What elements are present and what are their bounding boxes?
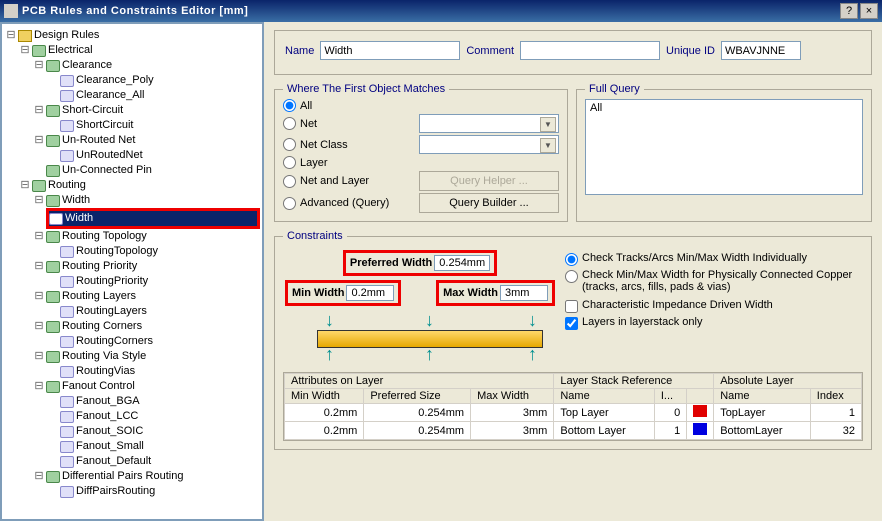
tree-unrouted[interactable]: Un-Routed Net bbox=[62, 133, 135, 148]
rules-tree[interactable]: ⊟Design Rules ⊟Electrical ⊟Clearance Cle… bbox=[0, 22, 264, 521]
tree-rlayers-leaf[interactable]: RoutingLayers bbox=[76, 304, 147, 319]
tree-clearance-all[interactable]: Clearance_All bbox=[76, 88, 144, 103]
title-bar: PCB Rules and Constraints Editor [mm] ? … bbox=[0, 0, 882, 22]
tree-root[interactable]: Design Rules bbox=[34, 28, 99, 43]
tree-rvia-leaf[interactable]: RoutingVias bbox=[76, 364, 135, 379]
min-width-box: Min Width0.2mm bbox=[285, 280, 401, 306]
uid-label: Unique ID bbox=[666, 45, 715, 57]
tree-fanout[interactable]: Fanout Control bbox=[62, 379, 135, 394]
tree-fanout-small[interactable]: Fanout_Small bbox=[76, 439, 144, 454]
tree-rtopo-leaf[interactable]: RoutingTopology bbox=[76, 244, 158, 259]
tree-clearance-poly[interactable]: Clearance_Poly bbox=[76, 73, 154, 88]
pref-width-input[interactable]: 0.254mm bbox=[434, 255, 490, 271]
uid-input[interactable] bbox=[721, 41, 801, 60]
pref-width-box: Preferred Width0.254mm bbox=[343, 250, 497, 276]
netclass-combo[interactable] bbox=[419, 135, 559, 154]
color-swatch bbox=[693, 423, 707, 435]
query-builder-button[interactable]: Query Builder ... bbox=[419, 193, 559, 213]
radio-layer[interactable]: Layer bbox=[283, 156, 413, 169]
constraints-legend: Constraints bbox=[283, 230, 347, 242]
radio-netlayer[interactable]: Net and Layer bbox=[283, 175, 413, 188]
radio-net[interactable]: Net bbox=[283, 117, 413, 130]
tree-unrouted-leaf[interactable]: UnRoutedNet bbox=[76, 148, 143, 163]
help-button[interactable]: ? bbox=[840, 3, 858, 19]
tree-rprio[interactable]: Routing Priority bbox=[62, 259, 137, 274]
tree-width[interactable]: Width bbox=[62, 193, 90, 208]
tree-rcorners[interactable]: Routing Corners bbox=[62, 319, 142, 334]
min-width-input[interactable]: 0.2mm bbox=[346, 285, 394, 301]
tree-routing[interactable]: Routing bbox=[48, 178, 86, 193]
tree-clearance[interactable]: Clearance bbox=[62, 58, 112, 73]
tree-rlayers[interactable]: Routing Layers bbox=[62, 289, 136, 304]
fullquery-legend: Full Query bbox=[585, 83, 644, 95]
width-diagram: ↓ ↑ ↓ ↑ ↓ ↑ bbox=[285, 312, 555, 364]
comment-label: Comment bbox=[466, 45, 514, 57]
tree-fanout-soic[interactable]: Fanout_SOIC bbox=[76, 424, 143, 439]
radio-advanced[interactable]: Advanced (Query) bbox=[283, 197, 413, 210]
table-row: 0.2mm0.254mm3mm Bottom Layer1 BottomLaye… bbox=[285, 422, 862, 440]
name-label: Name bbox=[285, 45, 314, 57]
app-icon bbox=[4, 4, 18, 18]
check-impedance[interactable]: Characteristic Impedance Driven Width bbox=[565, 299, 859, 313]
close-button[interactable]: × bbox=[860, 3, 878, 19]
tree-fanout-default[interactable]: Fanout_Default bbox=[76, 454, 151, 469]
tree-unconnected[interactable]: Un-Connected Pin bbox=[62, 163, 152, 178]
radio-all[interactable]: All bbox=[283, 99, 413, 112]
tree-diffpairs-leaf[interactable]: DiffPairsRouting bbox=[76, 484, 155, 499]
tree-fanout-bga[interactable]: Fanout_BGA bbox=[76, 394, 140, 409]
tree-rprio-leaf[interactable]: RoutingPriority bbox=[76, 274, 148, 289]
max-width-input[interactable]: 3mm bbox=[500, 285, 548, 301]
tree-rtopo[interactable]: Routing Topology bbox=[62, 229, 147, 244]
comment-input[interactable] bbox=[520, 41, 660, 60]
tree-fanout-lcc[interactable]: Fanout_LCC bbox=[76, 409, 138, 424]
query-helper-button[interactable]: Query Helper ... bbox=[419, 171, 559, 191]
radio-check-individual[interactable]: Check Tracks/Arcs Min/Max Width Individu… bbox=[565, 252, 859, 266]
radio-check-physical[interactable]: Check Min/Max Width for Physically Conne… bbox=[565, 269, 859, 293]
tree-rvia[interactable]: Routing Via Style bbox=[62, 349, 146, 364]
net-combo[interactable] bbox=[419, 114, 559, 133]
tree-width-leaf[interactable]: Width bbox=[65, 211, 93, 226]
tree-short-leaf[interactable]: ShortCircuit bbox=[76, 118, 133, 133]
max-width-box: Max Width3mm bbox=[436, 280, 555, 306]
tree-diffpairs[interactable]: Differential Pairs Routing bbox=[62, 469, 183, 484]
layers-table[interactable]: Attributes on Layer Layer Stack Referenc… bbox=[283, 372, 863, 441]
check-layerstack[interactable]: Layers in layerstack only bbox=[565, 316, 859, 330]
fullquery-text[interactable]: All bbox=[585, 99, 863, 195]
tree-electrical[interactable]: Electrical bbox=[48, 43, 93, 58]
window-title: PCB Rules and Constraints Editor [mm] bbox=[22, 5, 838, 17]
name-input[interactable] bbox=[320, 41, 460, 60]
color-swatch bbox=[693, 405, 707, 417]
radio-netclass[interactable]: Net Class bbox=[283, 138, 413, 151]
table-row: 0.2mm0.254mm3mm Top Layer0 TopLayer1 bbox=[285, 404, 862, 422]
tree-short[interactable]: Short-Circuit bbox=[62, 103, 123, 118]
matches-legend: Where The First Object Matches bbox=[283, 83, 449, 95]
tree-rcorners-leaf[interactable]: RoutingCorners bbox=[76, 334, 153, 349]
